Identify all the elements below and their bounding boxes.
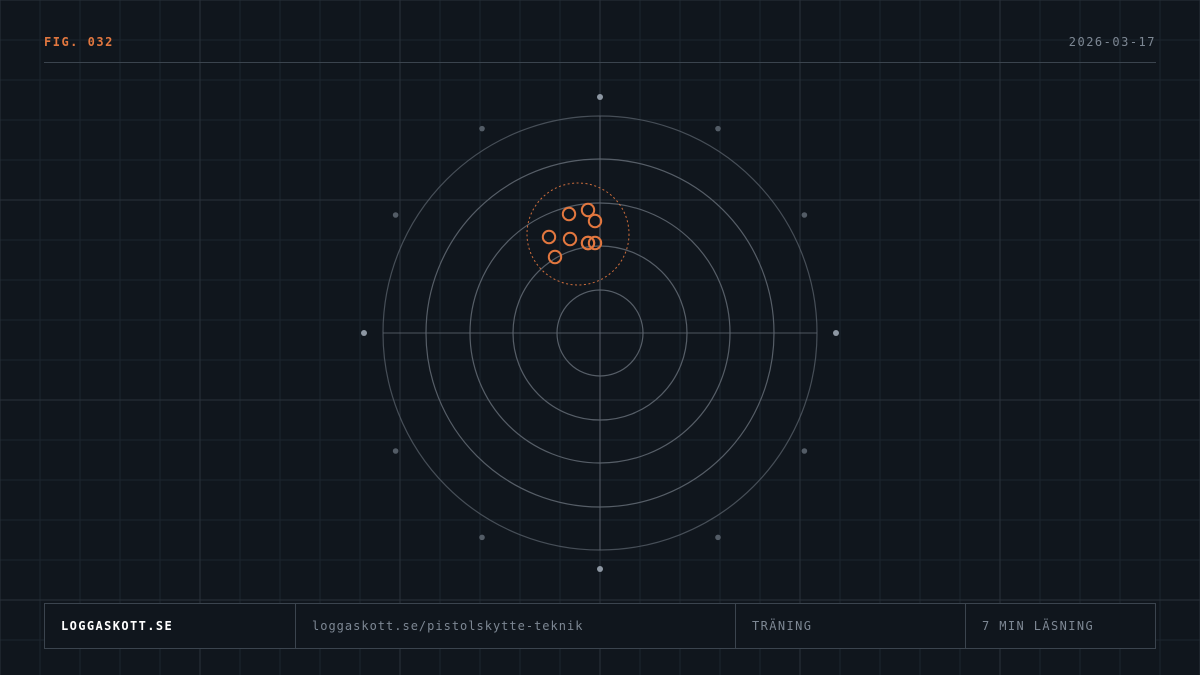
clock-marker-dot — [597, 94, 603, 100]
diagram-canvas — [0, 0, 1200, 675]
group-circle — [526, 182, 630, 286]
clock-marker-dot — [715, 534, 721, 541]
clock-marker-dot — [479, 125, 485, 132]
clock-marker-dot — [801, 212, 808, 218]
article-url[interactable]: loggaskott.se/pistolskytte-teknik — [296, 604, 736, 648]
shot-hole — [561, 206, 577, 222]
shot-hole — [562, 231, 578, 247]
clock-marker-dot — [392, 212, 399, 218]
clock-marker-dot — [833, 330, 839, 336]
header-divider — [44, 62, 1156, 63]
site-name[interactable]: LOGGASKOTT.SE — [45, 604, 296, 648]
footer-bar: LOGGASKOTT.SE loggaskott.se/pistolskytte… — [44, 603, 1156, 649]
date-label: 2026-03-17 — [1068, 35, 1156, 49]
read-time: 7 MIN LÄSNING — [982, 619, 1095, 633]
shooting-target — [382, 115, 818, 551]
shot-hole — [547, 249, 563, 265]
shot-hole — [587, 213, 603, 229]
clock-marker-dot — [801, 448, 808, 454]
category-tag[interactable]: TRÄNING — [736, 604, 966, 648]
shot-hole — [541, 229, 557, 245]
clock-marker-dot — [715, 125, 721, 132]
clock-marker-dot — [392, 448, 399, 454]
clock-marker-dot — [479, 534, 485, 541]
shot-group — [526, 182, 630, 286]
clock-marker-dot — [361, 330, 367, 336]
clock-marker-dot — [597, 566, 603, 572]
figure-label: FIG. 032 — [44, 35, 114, 49]
